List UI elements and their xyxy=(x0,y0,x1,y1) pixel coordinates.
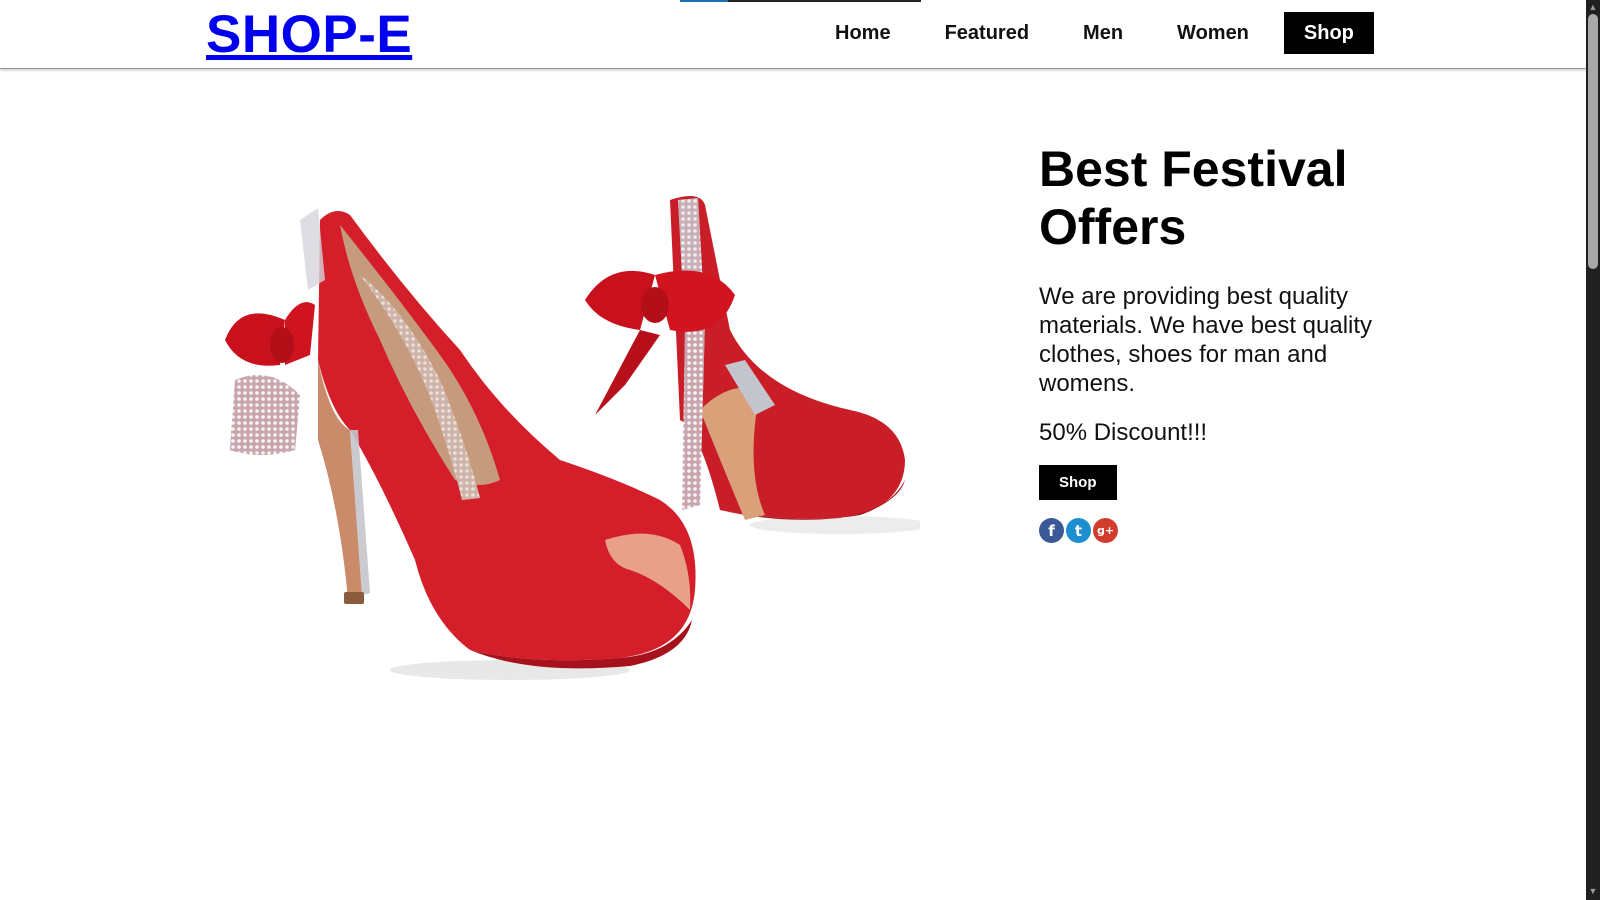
promo-panel: Best Festival Offers We are providing be… xyxy=(1039,140,1419,543)
hero-red-heels-image xyxy=(225,196,920,680)
site-header: SHOP-E Home Featured Men Women Shop xyxy=(0,0,1586,69)
promo-description: We are providing best quality materials.… xyxy=(1039,283,1373,397)
shop-button[interactable]: Shop xyxy=(1039,465,1117,500)
promo-title: Best Festival Offers xyxy=(1039,141,1348,255)
nav-shop[interactable]: Shop xyxy=(1283,12,1374,54)
nav-women[interactable]: Women xyxy=(1150,12,1276,54)
main-nav: Home Featured Men Women Shop xyxy=(808,12,1374,54)
promo-discount: 50% Discount!!! xyxy=(1039,419,1208,446)
social-links: f t g+ xyxy=(1039,518,1419,543)
scroll-thumb[interactable] xyxy=(1588,14,1598,269)
nav-featured[interactable]: Featured xyxy=(918,12,1056,54)
top-progress-accent xyxy=(680,0,728,2)
right-shoe xyxy=(585,196,905,520)
top-progress-line xyxy=(680,0,921,2)
facebook-icon[interactable]: f xyxy=(1039,518,1064,543)
scroll-down-arrow-icon[interactable]: ▼ xyxy=(1588,886,1598,896)
nav-home[interactable]: Home xyxy=(808,12,918,54)
google-plus-icon[interactable]: g+ xyxy=(1093,518,1118,543)
site-logo-link[interactable]: SHOP-E xyxy=(206,5,412,65)
nav-men[interactable]: Men xyxy=(1056,12,1150,54)
scroll-up-arrow-icon[interactable]: ▲ xyxy=(1588,2,1598,12)
vertical-scrollbar[interactable]: ▲ ▼ xyxy=(1586,0,1600,900)
twitter-icon[interactable]: t xyxy=(1066,518,1091,543)
